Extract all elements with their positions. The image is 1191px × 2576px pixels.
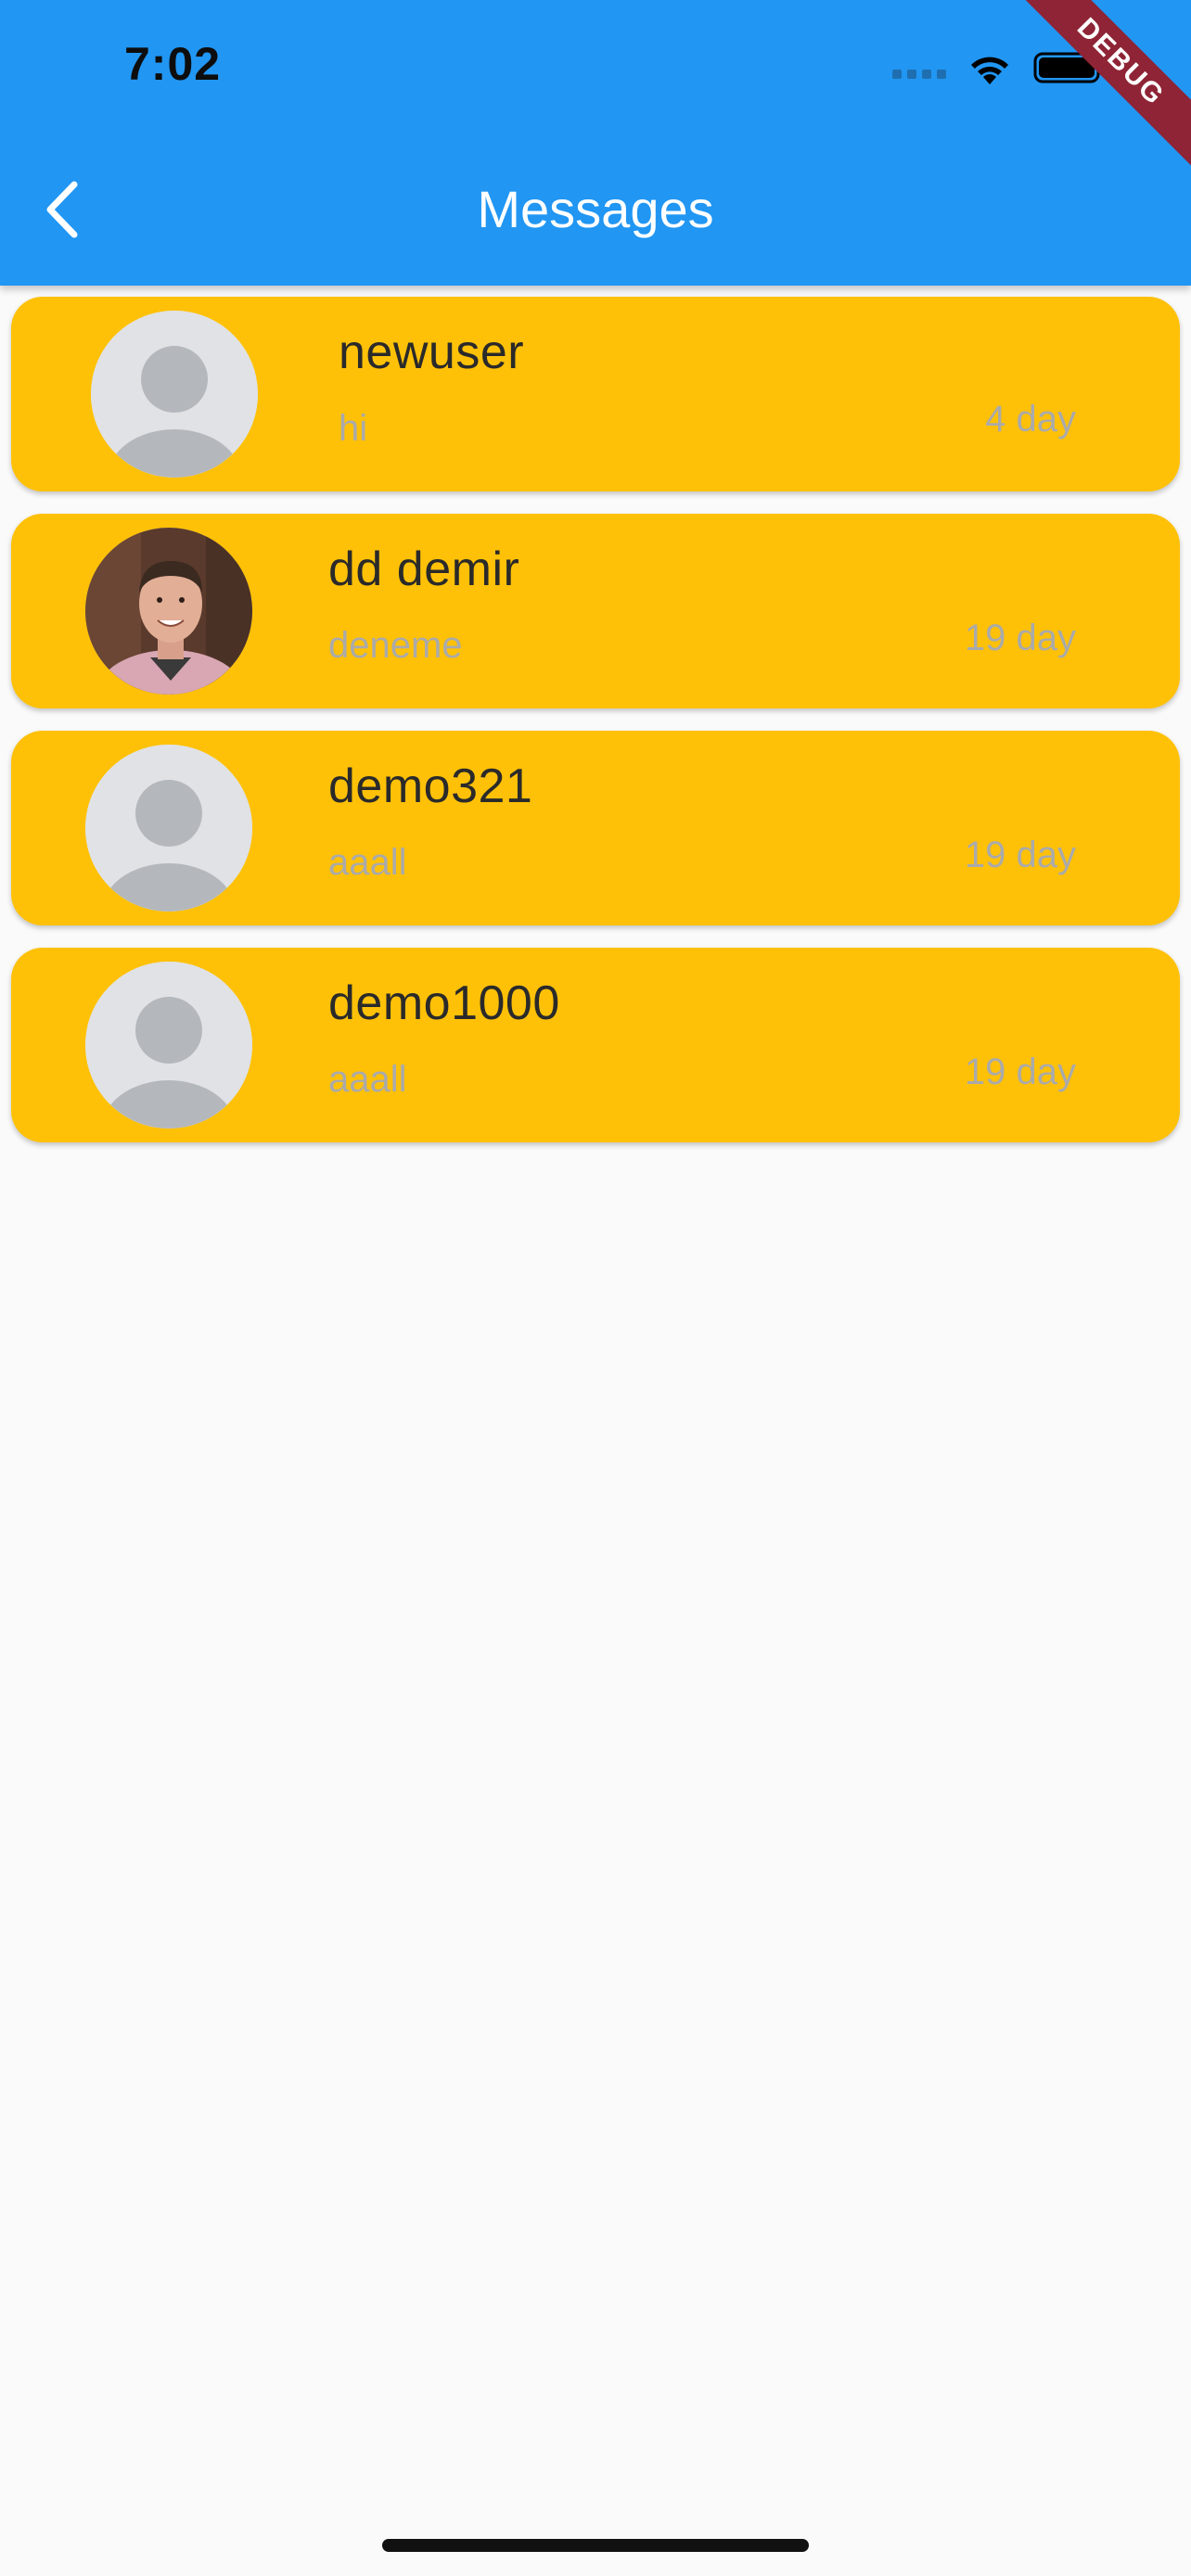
conversation-item[interactable]: newuser hi 4 day	[11, 297, 1180, 491]
conversation-name: dd demir	[328, 542, 520, 596]
conversation-item[interactable]: demo321 aaall 19 day	[11, 731, 1180, 925]
conversation-preview: hi	[339, 408, 368, 449]
default-avatar-icon	[91, 311, 258, 478]
signal-icon	[892, 49, 946, 86]
conversation-time: 4 day	[985, 399, 1076, 440]
conversation-name: demo1000	[328, 976, 560, 1030]
default-avatar-icon	[85, 962, 252, 1129]
user-photo-avatar	[85, 528, 252, 695]
conversation-time: 19 day	[964, 618, 1076, 658]
default-avatar-icon	[85, 745, 252, 912]
debug-banner: DEBUG	[1015, 0, 1191, 176]
wifi-icon	[971, 57, 1008, 84]
conversation-name: newuser	[339, 325, 525, 379]
app-bar: 7:02 Messages	[0, 0, 1191, 286]
conversation-item[interactable]: dd demir deneme 19 day	[11, 514, 1180, 708]
conversation-preview: aaall	[328, 1059, 407, 1100]
page-title: Messages	[477, 180, 714, 238]
conversation-preview: aaall	[328, 842, 407, 883]
conversation-time: 19 day	[964, 835, 1076, 875]
home-indicator[interactable]	[382, 2539, 809, 2552]
status-time: 7:02	[124, 38, 222, 90]
conversation-name: demo321	[328, 759, 533, 813]
conversation-time: 19 day	[964, 1052, 1076, 1092]
conversation-item[interactable]: demo1000 aaall 19 day	[11, 948, 1180, 1142]
debug-label: DEBUG	[1015, 0, 1191, 176]
conversation-preview: deneme	[328, 625, 463, 666]
